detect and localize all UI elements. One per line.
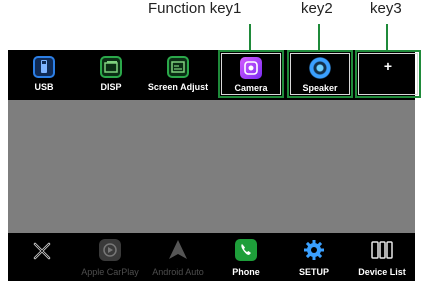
camera-app-icon	[240, 57, 262, 79]
device-list-label: Device List	[358, 267, 406, 277]
android-auto-button[interactable]: Android Auto	[144, 233, 212, 281]
speaker-label: Speaker	[302, 83, 338, 93]
usb-label: USB	[34, 82, 54, 92]
callout-leader-line	[249, 24, 251, 50]
callout-key2: key2	[301, 0, 333, 17]
display-icon	[100, 56, 122, 78]
phone-label: Phone	[232, 267, 260, 277]
carplay-icon	[98, 238, 122, 267]
screen-adjust-icon	[167, 56, 189, 78]
plus-icon: +	[383, 58, 393, 74]
usb-tile[interactable]: USB	[11, 50, 77, 98]
device-list-button[interactable]: Device List	[348, 233, 416, 281]
android-auto-label: Android Auto	[152, 267, 204, 277]
callout-key3: key3	[370, 0, 402, 17]
head-unit-screen: USB DISP Screen Adjust Camera Speaker + …	[8, 50, 421, 281]
screen-adjust-label: Screen Adjust	[147, 82, 209, 92]
apple-carplay-button[interactable]: Apple CarPlay	[76, 233, 144, 281]
setup-button[interactable]: SETUP	[280, 233, 348, 281]
disp-tile[interactable]: DISP	[78, 50, 144, 98]
speaker-function-key[interactable]: Speaker	[287, 50, 353, 98]
camera-function-key[interactable]: Camera	[218, 50, 284, 98]
apple-carplay-label: Apple CarPlay	[81, 267, 139, 277]
callout-function-key1: Function key1	[148, 0, 242, 17]
setup-label: SETUP	[298, 267, 329, 277]
android-auto-icon	[167, 238, 189, 267]
disp-label: DISP	[100, 82, 122, 92]
close-dock-button[interactable]	[8, 233, 76, 281]
phone-icon	[234, 238, 258, 267]
gear-icon	[302, 238, 326, 267]
device-list-icon	[370, 238, 394, 267]
screen-adjust-tile[interactable]: Screen Adjust	[145, 50, 211, 98]
close-x-icon	[32, 241, 52, 266]
speaker-icon	[309, 57, 331, 79]
add-function-key[interactable]: +	[355, 50, 421, 98]
callout-leader-line	[318, 24, 320, 50]
function-key-bar: USB DISP Screen Adjust Camera Speaker +	[8, 50, 421, 100]
home-dock: Apple CarPlay Android Auto Phone SETUP D…	[8, 233, 415, 281]
usb-drive-icon	[33, 56, 55, 78]
phone-button[interactable]: Phone	[212, 233, 280, 281]
camera-label: Camera	[234, 83, 268, 93]
callout-leader-line	[386, 24, 388, 50]
